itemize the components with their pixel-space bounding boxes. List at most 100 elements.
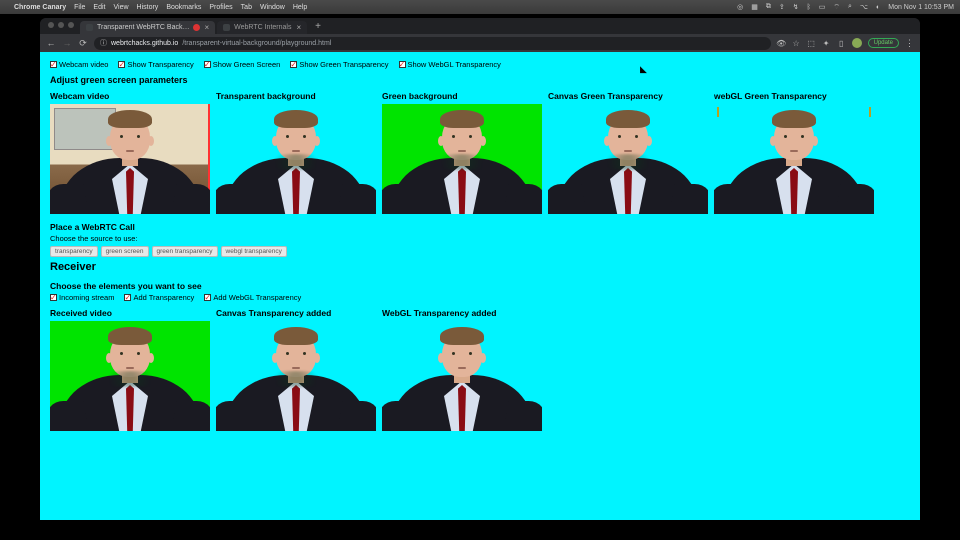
tab-strip: Transparent WebRTC Back… × WebRTC Intern… xyxy=(40,18,920,34)
clock[interactable]: Mon Nov 1 10:53 PM xyxy=(888,4,954,11)
btn-transparency[interactable]: transparency xyxy=(50,246,98,257)
checkbox-show-transparency[interactable]: Show Transparency xyxy=(118,60,193,69)
col-title: Green background xyxy=(382,91,542,101)
checkbox-show-webgl-transparency[interactable]: Show WebGL Transparency xyxy=(399,60,501,69)
choose-elements-label: Choose the elements you want to see xyxy=(50,281,910,291)
traffic-lights[interactable] xyxy=(46,18,80,34)
tab-active[interactable]: Transparent WebRTC Back… × xyxy=(80,21,215,34)
address-bar[interactable]: ⓘ webrtchacks.github.io/transparent-virt… xyxy=(94,37,771,50)
col-title: Canvas Green Transparency xyxy=(548,91,708,101)
call-heading: Place a WebRTC Call xyxy=(50,222,910,232)
browser-window: Transparent WebRTC Back… × WebRTC Intern… xyxy=(40,18,920,520)
macos-menubar: Chrome Canary File Edit View History Boo… xyxy=(0,0,960,14)
url-path: /transparent-virtual-background/playgrou… xyxy=(182,40,331,47)
col-title: Canvas Transparency added xyxy=(216,308,376,318)
site-info-icon[interactable]: ⓘ xyxy=(100,38,107,48)
menu-bookmarks[interactable]: Bookmarks xyxy=(166,4,201,11)
control-center-icon[interactable]: ⌥ xyxy=(860,3,868,11)
search-icon[interactable]: ⌕ xyxy=(848,3,852,11)
checkbox-show-green-screen[interactable]: Show Green Screen xyxy=(204,60,281,69)
col-title: WebGL Transparency added xyxy=(382,308,542,318)
col-transparent: Transparent background xyxy=(216,91,376,214)
video-canvas-added xyxy=(216,321,376,431)
checkbox-show-green-transparency[interactable]: Show Green Transparency xyxy=(290,60,388,69)
extension-icon[interactable]: ⬚ xyxy=(807,39,816,48)
bottom-video-grid: Received video Canvas Transparency added… xyxy=(50,308,910,431)
video-green xyxy=(382,104,542,214)
top-checkbox-row: Webcam video Show Transparency Show Gree… xyxy=(50,60,910,69)
extension-icon[interactable]: ▯ xyxy=(837,39,846,48)
wifi-icon[interactable]: ⌔ xyxy=(833,3,840,12)
col-webgl-added: WebGL Transparency added xyxy=(382,308,542,431)
col-title: webGL Green Transparency xyxy=(714,91,874,101)
video-webcam xyxy=(50,104,210,214)
new-tab-button[interactable]: + xyxy=(309,21,327,34)
btn-green-transparency[interactable]: green transparency xyxy=(152,246,218,257)
status-icon[interactable]: ▦ xyxy=(751,3,758,11)
col-webgl-green: webGL Green Transparency xyxy=(714,91,874,214)
toolbar: ← → ⟳ ⓘ webrtchacks.github.io/transparen… xyxy=(40,34,920,52)
top-video-grid: Webcam video Transparent background Gree… xyxy=(50,91,910,214)
col-canvas-green: Canvas Green Transparency xyxy=(548,91,708,214)
reload-button[interactable]: ⟳ xyxy=(78,38,88,49)
mouse-cursor-icon: ◣ xyxy=(640,64,647,75)
adjust-heading: Adjust green screen parameters xyxy=(50,75,910,85)
menu-tab[interactable]: Tab xyxy=(241,4,252,11)
extensions-icon[interactable]: ✦ xyxy=(822,39,831,48)
app-name[interactable]: Chrome Canary xyxy=(14,4,66,11)
battery-icon[interactable]: ▭ xyxy=(819,3,826,11)
video-webgl-green xyxy=(714,104,874,214)
status-icon[interactable]: ◎ xyxy=(737,3,743,11)
page-content: Webcam video Show Transparency Show Gree… xyxy=(40,52,920,520)
recording-icon xyxy=(193,24,200,31)
video-webgl-added xyxy=(382,321,542,431)
col-received: Received video xyxy=(50,308,210,431)
url-host: webrtchacks.github.io xyxy=(111,40,178,47)
menu-icon[interactable]: ⋮ xyxy=(905,38,914,49)
col-canvas-added: Canvas Transparency added xyxy=(216,308,376,431)
col-title: Webcam video xyxy=(50,91,210,101)
col-title: Received video xyxy=(50,308,210,318)
bookmark-icon[interactable]: ☆ xyxy=(792,39,801,48)
checkbox-add-transparency[interactable]: Add Transparency xyxy=(124,293,194,302)
extension-icon[interactable]: 👁 xyxy=(777,39,786,48)
btn-webgl-transparency[interactable]: webgl transparency xyxy=(221,246,287,257)
checkbox-webcam[interactable]: Webcam video xyxy=(50,60,108,69)
col-webcam: Webcam video xyxy=(50,91,210,214)
close-icon[interactable]: × xyxy=(296,23,301,32)
col-green: Green background xyxy=(382,91,542,214)
video-received xyxy=(50,321,210,431)
favicon-icon xyxy=(223,24,230,31)
profile-avatar[interactable] xyxy=(852,38,862,48)
col-title: Transparent background xyxy=(216,91,376,101)
btn-green-screen[interactable]: green screen xyxy=(101,246,149,257)
menu-history[interactable]: History xyxy=(137,4,159,11)
source-buttons: transparency green screen green transpar… xyxy=(50,246,910,257)
menu-file[interactable]: File xyxy=(74,4,85,11)
update-button[interactable]: Update xyxy=(868,38,899,48)
status-icon[interactable]: ⇪ xyxy=(779,3,785,11)
bottom-checkbox-row: Incoming stream Add Transparency Add Web… xyxy=(50,293,910,302)
favicon-icon xyxy=(86,24,93,31)
back-button[interactable]: ← xyxy=(46,38,56,48)
tab-inactive[interactable]: WebRTC Internals × xyxy=(217,21,307,34)
video-transparent xyxy=(216,104,376,214)
video-canvas-green xyxy=(548,104,708,214)
checkbox-incoming[interactable]: Incoming stream xyxy=(50,293,114,302)
menu-window[interactable]: Window xyxy=(260,4,285,11)
menu-help[interactable]: Help xyxy=(293,4,307,11)
siri-icon[interactable]: ◐ xyxy=(876,4,880,11)
bluetooth-icon[interactable]: ᛒ xyxy=(807,4,811,11)
forward-button[interactable]: → xyxy=(62,38,72,48)
checkbox-add-webgl-transparency[interactable]: Add WebGL Transparency xyxy=(204,293,301,302)
tab-title: Transparent WebRTC Back… xyxy=(97,24,189,31)
menu-edit[interactable]: Edit xyxy=(93,4,105,11)
status-icon[interactable]: ↯ xyxy=(793,3,799,11)
close-icon[interactable]: × xyxy=(204,23,209,32)
dropbox-icon[interactable]: ⧉ xyxy=(766,3,771,11)
menu-profiles[interactable]: Profiles xyxy=(209,4,232,11)
menu-view[interactable]: View xyxy=(113,4,128,11)
choose-source-label: Choose the source to use: xyxy=(50,234,910,243)
tab-title: WebRTC Internals xyxy=(234,24,291,31)
receiver-heading: Receiver xyxy=(50,261,910,273)
